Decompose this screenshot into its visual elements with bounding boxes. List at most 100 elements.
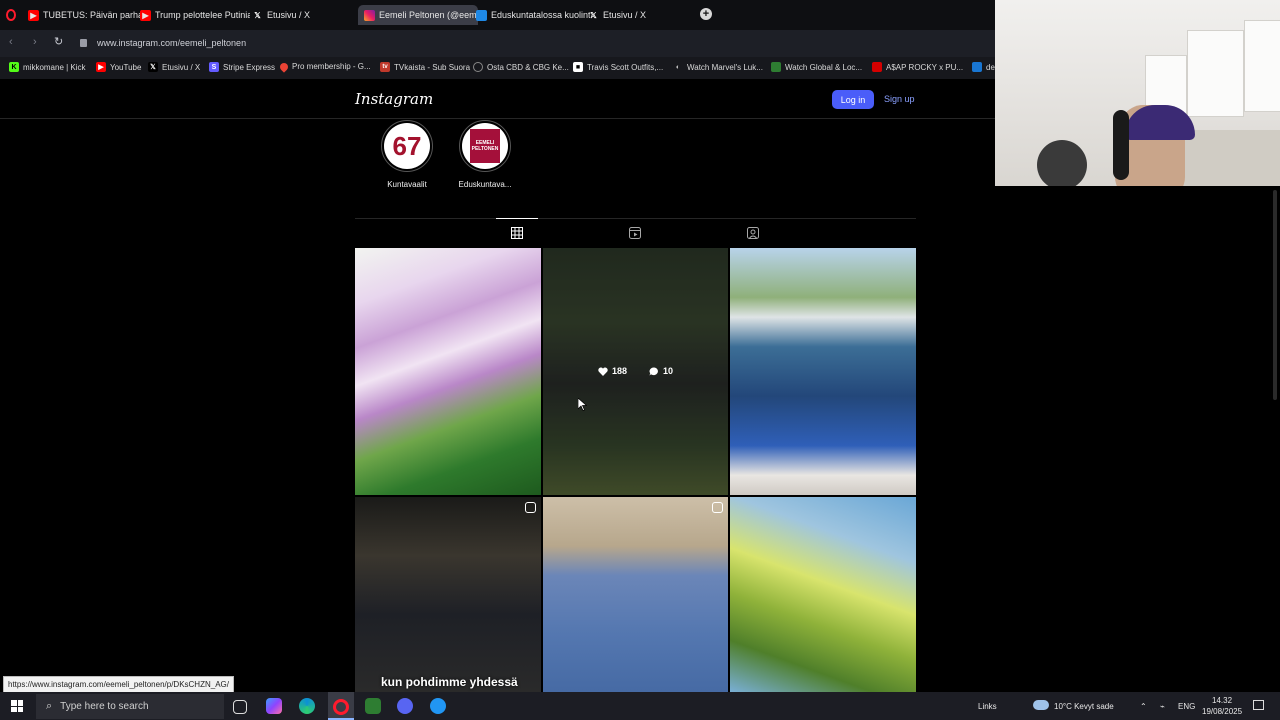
- bookmark-label: TVkaista - Sub Suora: [394, 62, 471, 72]
- mouse-cursor-icon: [578, 398, 587, 411]
- app-icon[interactable]: [430, 698, 446, 714]
- x-icon: 𝕏: [590, 10, 597, 20]
- reels-icon[interactable]: [629, 227, 641, 239]
- webcam-overlay: [995, 0, 1280, 186]
- page-icon: ■: [573, 62, 583, 72]
- stripe-icon: S: [209, 62, 219, 72]
- clock-time[interactable]: 14.32: [1212, 696, 1232, 705]
- signup-button[interactable]: Sign up: [884, 94, 915, 104]
- bookmark-label: Osta CBD & CBG Ke...: [487, 62, 569, 72]
- x-icon: 𝕏: [148, 62, 158, 72]
- browser-tab-active[interactable]: Eemeli Peltonen (@eeme: [358, 5, 478, 25]
- brand-icon: [972, 62, 982, 72]
- highlight-label: Eduskuntava...: [458, 180, 512, 189]
- forward-icon[interactable]: ›: [33, 36, 37, 48]
- likes-count: 188: [612, 366, 628, 376]
- bookmark-label: Watch Global & Loc...: [785, 62, 863, 72]
- windows-start-icon[interactable]: [11, 700, 23, 712]
- network-icon[interactable]: ⌁: [1160, 702, 1165, 711]
- bookmark-item[interactable]: S Stripe Express: [209, 62, 275, 72]
- reel-badge-icon: [712, 502, 723, 513]
- browser-tab[interactable]: 𝕏 Etusivu / X: [582, 5, 694, 25]
- widgets-icon[interactable]: [266, 698, 282, 714]
- scrollbar-thumb[interactable]: [1273, 190, 1277, 400]
- tab-label: Etusivu / X: [267, 10, 311, 20]
- headset-icon: [1113, 110, 1129, 180]
- notifications-icon[interactable]: [1253, 700, 1264, 710]
- highlight-kuntavaalit[interactable]: 67 Kuntavaalit: [377, 120, 437, 189]
- youtube-icon: ▶: [96, 62, 106, 72]
- x-icon: 𝕏: [254, 10, 261, 20]
- bookmark-label: Watch Marvel's Luk...: [687, 62, 763, 72]
- edge-icon[interactable]: [299, 698, 315, 714]
- browser-tab[interactable]: Eduskuntatalossa kuolinta: [470, 5, 592, 25]
- bookmark-label: Pro membership - G...: [292, 62, 371, 71]
- bookmark-item[interactable]: ■ Travis Scott Outfits,...: [573, 62, 663, 72]
- bookmark-label: Travis Scott Outfits,...: [587, 62, 664, 72]
- bookmark-item[interactable]: ▶ YouTube: [96, 62, 141, 72]
- comments-count: 10: [663, 366, 674, 376]
- browser-tab[interactable]: 𝕏 Etusivu / X: [246, 5, 358, 25]
- chevron-up-icon[interactable]: ⌃: [1140, 702, 1147, 711]
- task-view-icon[interactable]: [233, 700, 247, 714]
- globe-icon: [473, 62, 483, 72]
- lock-icon: [80, 39, 87, 47]
- instagram-logo[interactable]: Instagram: [355, 90, 433, 108]
- taskbar-search[interactable]: ⌕ Type here to search: [36, 694, 224, 719]
- language-indicator[interactable]: ENG: [1178, 702, 1195, 711]
- reel-caption: kun pohdimme yhdessä: [381, 675, 518, 689]
- bookmark-label: Stripe Express: [223, 62, 276, 72]
- search-placeholder: Type here to search: [60, 701, 149, 712]
- reel-badge-icon: [525, 502, 536, 513]
- highlight-cover-text: EEMELI PELTONEN: [471, 140, 499, 152]
- highlight-cover: EEMELI PELTONEN: [462, 123, 508, 169]
- comment-icon: [649, 366, 658, 375]
- back-icon[interactable]: ‹: [9, 36, 13, 48]
- browser-tab[interactable]: ▶ TUBETUS: Päivän parhaat: [22, 5, 142, 25]
- bookmark-label: YouTube: [110, 62, 142, 72]
- news-icon: [476, 9, 487, 21]
- post-lilac-flowers[interactable]: [355, 248, 541, 495]
- active-tab-indicator: [496, 218, 538, 219]
- bookmark-item[interactable]: A$AP ROCKY x PU...: [872, 62, 963, 72]
- opera-menu-icon[interactable]: [6, 9, 16, 21]
- post-reel-man-blue-suit[interactable]: [543, 497, 728, 693]
- highlight-cover-text: 67: [392, 130, 422, 161]
- tab-label: Etusivu / X: [603, 10, 647, 20]
- grid-icon[interactable]: [511, 227, 523, 239]
- bookmark-label: mikkomane | Kick: [23, 62, 86, 72]
- clock-date[interactable]: 19/08/2025: [1202, 707, 1242, 716]
- highlight-ring: EEMELI PELTONEN: [459, 120, 511, 172]
- highlight-eduskuntavaalit[interactable]: EEMELI PELTONEN Eduskuntava...: [455, 120, 515, 189]
- discord-icon[interactable]: [397, 698, 413, 714]
- app-icon[interactable]: [365, 698, 381, 714]
- browser-tab[interactable]: ▶ Trump pelottelee Putinia: [134, 5, 250, 25]
- post-reel-parliament-speech[interactable]: [355, 497, 541, 693]
- bookmark-item[interactable]: Watch Global & Loc...: [771, 62, 862, 72]
- youtube-icon: ▶: [28, 9, 39, 21]
- new-tab-button[interactable]: +: [700, 8, 712, 20]
- bookmark-item[interactable]: Kmikkomane | Kick: [9, 62, 86, 72]
- bookmark-item[interactable]: ◐ Watch Marvel's Luk...: [673, 62, 763, 72]
- login-button[interactable]: Log in: [832, 90, 874, 109]
- bookmark-label: Etusivu / X: [162, 62, 201, 72]
- eemeli-logo: EEMELI PELTONEN: [470, 129, 500, 163]
- play-circle-icon: ◐: [675, 63, 681, 71]
- kitchen-cabinet: [1187, 30, 1244, 117]
- weather-text[interactable]: 10°C Kevyt sade: [1054, 702, 1114, 711]
- post-birch-leaves[interactable]: [730, 497, 916, 693]
- tv-icon: tv: [380, 62, 390, 72]
- bookmark-item[interactable]: Pro membership - G...: [278, 60, 371, 73]
- bookmark-item[interactable]: 𝕏 Etusivu / X: [148, 62, 200, 72]
- bookmark-label: de: [986, 62, 995, 72]
- tagged-icon[interactable]: [747, 227, 759, 239]
- bookmark-item[interactable]: tv TVkaista - Sub Suora: [380, 62, 470, 72]
- bookmark-item[interactable]: Osta CBD & CBG Ke...: [473, 62, 569, 72]
- weather-cloud-icon: [1033, 700, 1049, 710]
- url-field[interactable]: www.instagram.com/eemeli_peltonen: [76, 33, 981, 53]
- reload-icon[interactable]: ↻: [54, 35, 63, 48]
- post-blues-stage[interactable]: [730, 248, 916, 495]
- brand-icon: [872, 62, 882, 72]
- bookmark-item[interactable]: de: [972, 62, 995, 72]
- links-toolbar[interactable]: Links: [978, 702, 997, 711]
